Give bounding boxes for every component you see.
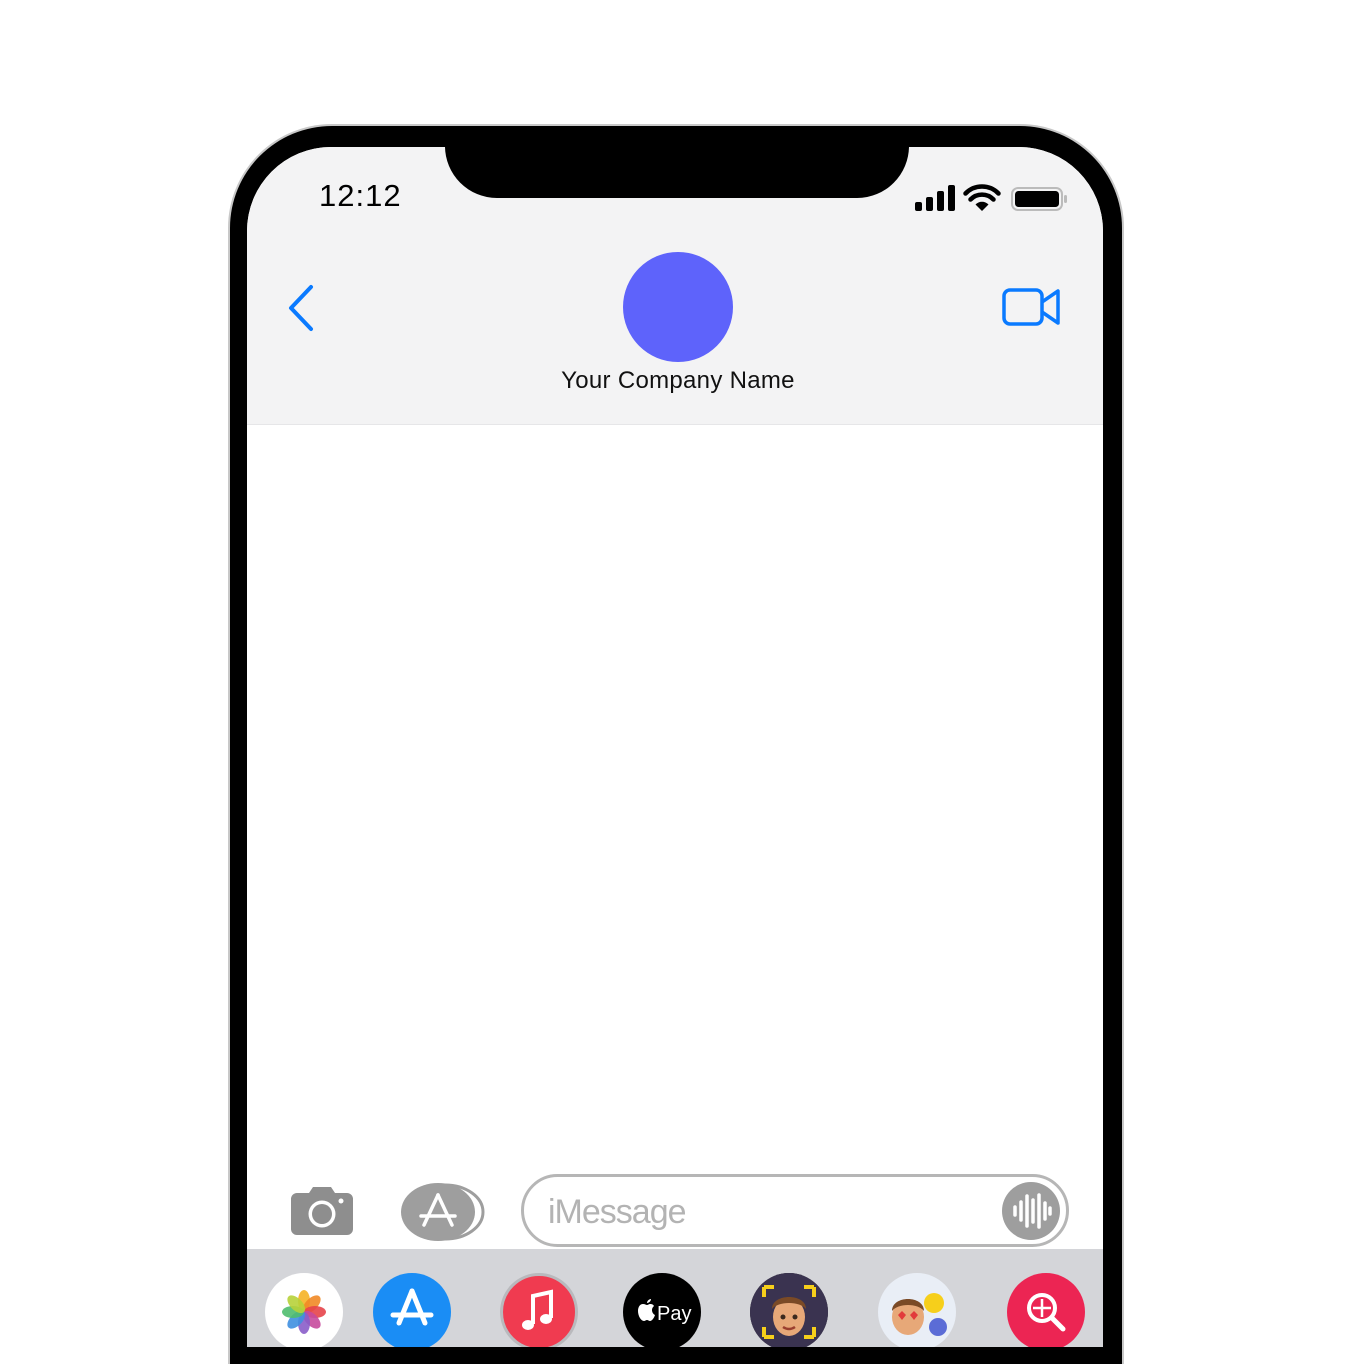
music-app-icon[interactable] — [500, 1273, 578, 1347]
imessage-app-drawer: Pay — [247, 1249, 1103, 1347]
back-chevron-icon[interactable] — [285, 283, 319, 333]
imessage-input-field[interactable] — [521, 1174, 1069, 1247]
phone-screen: 12:12 Your Company Name iMessage Pay — [247, 147, 1103, 1347]
message-thread — [247, 425, 1103, 1165]
memoji-stickers-app-icon[interactable] — [878, 1273, 956, 1347]
app-store-app-icon[interactable] — [373, 1273, 451, 1347]
conversation-header: 12:12 Your Company Name — [247, 147, 1103, 425]
status-time: 12:12 — [319, 178, 402, 213]
audio-waveform-icon — [1013, 1193, 1052, 1229]
svg-text:Pay: Pay — [657, 1303, 691, 1325]
camera-icon[interactable] — [291, 1187, 353, 1235]
contact-name[interactable]: Your Company Name — [247, 367, 1103, 395]
battery-icon — [1011, 187, 1067, 211]
memoji-app-icon[interactable] — [750, 1273, 828, 1347]
apple-pay-app-icon[interactable]: Pay — [623, 1273, 701, 1347]
notch — [445, 147, 909, 198]
compose-bar — [247, 1165, 1103, 1249]
video-call-icon[interactable] — [1002, 287, 1062, 327]
app-store-button-icon[interactable] — [401, 1183, 487, 1241]
contact-avatar[interactable] — [623, 252, 733, 362]
search-images-app-icon[interactable] — [1007, 1273, 1085, 1347]
audio-message-button[interactable] — [1002, 1182, 1060, 1240]
message-text-input[interactable] — [546, 1189, 990, 1235]
cellular-signal-icon — [915, 185, 955, 211]
wifi-icon — [963, 184, 1001, 211]
photos-app-icon[interactable] — [265, 1273, 343, 1347]
